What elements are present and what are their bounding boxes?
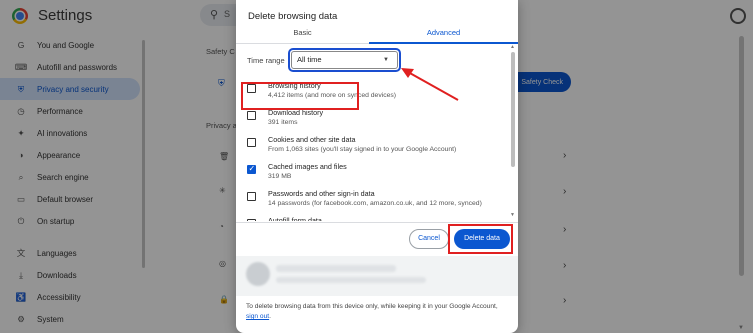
dialog-title: Delete browsing data (248, 11, 338, 22)
blurred-account-email (276, 277, 426, 283)
list-scroll-down-icon[interactable]: ▼ (510, 212, 515, 218)
data-type-option[interactable]: Cached images and files 319 MB (236, 156, 508, 183)
option-subtitle: 391 items (268, 119, 298, 126)
tab-advanced[interactable]: Advanced (369, 26, 518, 44)
data-type-option[interactable]: Passwords and other sign-in data 14 passw… (236, 183, 508, 210)
annotation-highlight-cached-images (241, 82, 359, 110)
option-subtitle: 319 MB (268, 173, 292, 180)
dialog-tabs: Basic Advanced (236, 26, 518, 44)
annotation-highlight-time-range (288, 48, 401, 72)
dialog-divider (236, 222, 518, 223)
blurred-account-name (276, 265, 396, 272)
blurred-account-area (236, 256, 518, 296)
list-scroll-up-icon[interactable]: ▲ (510, 44, 515, 50)
footer-note: To delete browsing data from this device… (246, 302, 508, 322)
data-type-option[interactable]: Autofill form data (236, 210, 508, 221)
sign-out-link[interactable]: sign out (246, 313, 269, 320)
option-subtitle: From 1,063 sites (you'll stay signed in … (268, 146, 457, 153)
avatar (246, 262, 270, 286)
option-checkbox[interactable] (247, 192, 256, 201)
option-checkbox[interactable] (247, 138, 256, 147)
delete-browsing-data-dialog: Delete browsing data Basic Advanced Time… (236, 0, 518, 333)
option-title: Cached images and files (268, 162, 347, 171)
annotation-highlight-delete-button (448, 224, 513, 254)
footer-text: To delete browsing data from this device… (246, 303, 498, 310)
option-checkbox[interactable] (247, 164, 256, 174)
option-checkbox[interactable] (247, 111, 256, 120)
option-title: Autofill form data (268, 216, 322, 221)
option-title: Passwords and other sign-in data (268, 189, 375, 198)
option-title: Cookies and other site data (268, 135, 356, 144)
footer-end: . (269, 313, 271, 320)
option-checkbox[interactable] (247, 219, 256, 221)
data-type-option[interactable]: Cookies and other site data From 1,063 si… (236, 129, 508, 156)
tab-basic[interactable]: Basic (236, 26, 369, 44)
option-subtitle: 14 passwords (for facebook.com, amazon.c… (268, 200, 482, 207)
time-range-label: Time range (247, 56, 285, 65)
cancel-button[interactable]: Cancel (409, 229, 449, 249)
list-scrollbar[interactable] (511, 52, 515, 167)
